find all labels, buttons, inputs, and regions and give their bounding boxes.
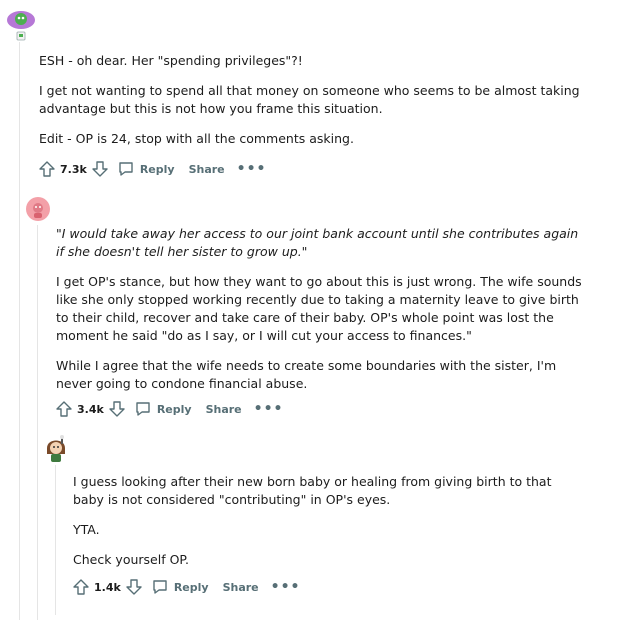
comment-paragraph: Edit - OP is 24, stop with all the comme…: [39, 131, 354, 146]
comment-paragraph: ESH - oh dear. Her "spending privileges"…: [39, 53, 303, 68]
comment-paragraph: While I agree that the wife needs to cre…: [56, 358, 557, 391]
reply-button[interactable]: Reply: [151, 578, 209, 596]
downvote-icon[interactable]: [91, 160, 109, 178]
more-options-button[interactable]: •••: [237, 162, 267, 176]
comment-2-actions: 3.4k Reply Share •••: [55, 399, 283, 419]
upvote-icon[interactable]: [55, 400, 73, 418]
reply-label: Reply: [156, 402, 192, 416]
comment-bubble-icon: [136, 402, 150, 416]
share-button[interactable]: Share: [189, 163, 225, 176]
downvote-icon[interactable]: [108, 400, 126, 418]
comment-bubble-icon: [153, 580, 167, 594]
comment-3-actions: 1.4k Reply Share •••: [72, 577, 300, 597]
more-options-button[interactable]: •••: [254, 402, 284, 416]
reply-label: Reply: [173, 580, 209, 594]
comment-paragraph: I guess looking after their new born bab…: [73, 474, 552, 507]
reply-label: Reply: [139, 162, 175, 176]
comment-2-body: "I would take away her access to our joi…: [56, 225, 586, 405]
share-button[interactable]: Share: [223, 581, 259, 594]
thread-line-root[interactable]: [19, 42, 20, 620]
comment-paragraph: YTA.: [73, 522, 100, 537]
vote-score: 1.4k: [94, 580, 121, 594]
comment-3-body: I guess looking after their new born bab…: [73, 473, 583, 581]
comment-paragraph: I get not wanting to spend all that mone…: [39, 83, 580, 116]
reply-button[interactable]: Reply: [134, 400, 192, 418]
thread-line-level-2[interactable]: [55, 465, 56, 615]
comment-1-body: ESH - oh dear. Her "spending privileges"…: [39, 52, 599, 160]
upvote-icon[interactable]: [72, 578, 90, 596]
reply-button[interactable]: Reply: [117, 160, 175, 178]
comment-paragraph: Check yourself OP.: [73, 552, 189, 567]
downvote-icon[interactable]: [125, 578, 143, 596]
pink-avatar-icon[interactable]: [26, 197, 50, 221]
upvote-icon[interactable]: [38, 160, 56, 178]
comment-1-actions: 7.3k Reply Share •••: [38, 159, 266, 179]
comment-paragraph: I get OP's stance, but how they want to …: [56, 274, 582, 343]
more-options-button[interactable]: •••: [271, 580, 301, 594]
brown-hair-avatar-icon[interactable]: [43, 434, 69, 464]
share-button[interactable]: Share: [206, 403, 242, 416]
vote-score: 7.3k: [60, 162, 87, 176]
green-snoo-avatar-icon[interactable]: [6, 8, 36, 42]
comment-quote: "I would take away her access to our joi…: [56, 226, 579, 259]
vote-score: 3.4k: [77, 402, 104, 416]
thread-line-level-1[interactable]: [37, 225, 38, 620]
comment-bubble-icon: [119, 162, 133, 176]
